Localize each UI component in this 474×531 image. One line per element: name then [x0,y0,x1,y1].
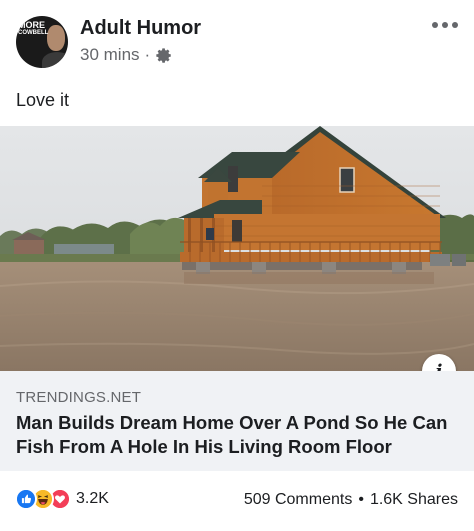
house-over-pond-photo [0,126,474,371]
post-footer: 3.2K 509 Comments • 1.6K Shares [0,472,474,528]
gear-icon [156,47,171,63]
post-header: MORE COWBELL Adult Humor 30 mins · [0,0,474,76]
shares-count[interactable]: 1.6K Shares [370,491,458,509]
link-title[interactable]: Man Builds Dream Home Over A Pond So He … [16,411,458,459]
post-image[interactable] [0,126,474,371]
post-stats: 509 Comments • 1.6K Shares [244,491,458,509]
stats-separator: • [358,491,364,508]
reactions-summary[interactable]: 3.2K [15,488,109,510]
avatar-text: MORE COWBELL [18,21,52,37]
page-avatar[interactable]: MORE COWBELL [16,16,68,68]
more-options-icon[interactable] [432,18,458,32]
meta-separator: · [144,45,151,64]
avatar-shoulders [42,52,68,68]
page-name-link[interactable]: Adult Humor [80,17,201,40]
post-caption: Love it [16,90,70,110]
avatar-text-line1: MORE [18,20,45,30]
reaction-count: 3.2K [76,490,109,507]
comments-count[interactable]: 509 Comments [244,491,353,509]
link-preview[interactable]: TRENDINGS.NET Man Builds Dream Home Over… [0,371,474,471]
like-icon [15,488,37,510]
avatar-text-line2: COWBELL [18,30,49,36]
post-meta: 30 mins · [80,45,172,65]
post-timestamp[interactable]: 30 mins [80,45,140,65]
link-domain: TRENDINGS.NET [16,389,142,406]
